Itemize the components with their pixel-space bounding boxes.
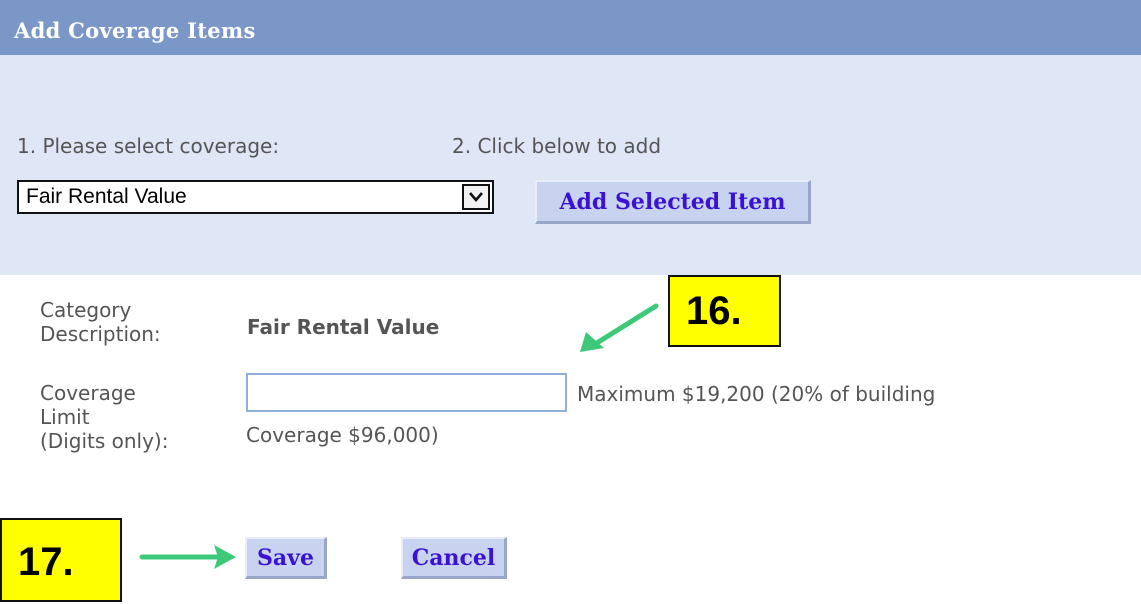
coverage-select-value: Fair Rental Value <box>26 185 187 208</box>
arrow-right-icon <box>139 545 236 569</box>
add-selected-item-button[interactable]: Add Selected Item <box>535 180 811 224</box>
dialog-title: Add Coverage Items <box>14 18 256 43</box>
save-button[interactable]: Save <box>245 537 327 579</box>
category-description-value: Fair Rental Value <box>247 315 440 339</box>
dialog-header: Add Coverage Items <box>0 0 1141 55</box>
coverage-limit-label: Coverage Limit (Digits only): <box>40 381 169 453</box>
coverage-limit-hint-line1: Maximum $19,200 (20% of building <box>577 382 936 406</box>
coverage-select[interactable]: Fair Rental Value <box>17 180 494 214</box>
step16-callout: 16. <box>668 275 781 347</box>
coverage-limit-hint-line2: Coverage $96,000) <box>246 423 439 447</box>
category-description-label: Category Description: <box>40 298 161 346</box>
step1-label: 1. Please select coverage: <box>17 134 280 158</box>
step17-callout: 17. <box>0 518 122 602</box>
step2-label: 2. Click below to add <box>452 134 662 158</box>
cancel-button[interactable]: Cancel <box>401 537 507 579</box>
coverage-limit-input[interactable] <box>246 373 567 412</box>
arrow-down-left-icon <box>580 303 659 352</box>
chevron-down-icon[interactable] <box>462 184 490 210</box>
coverage-selection-panel <box>0 55 1141 275</box>
